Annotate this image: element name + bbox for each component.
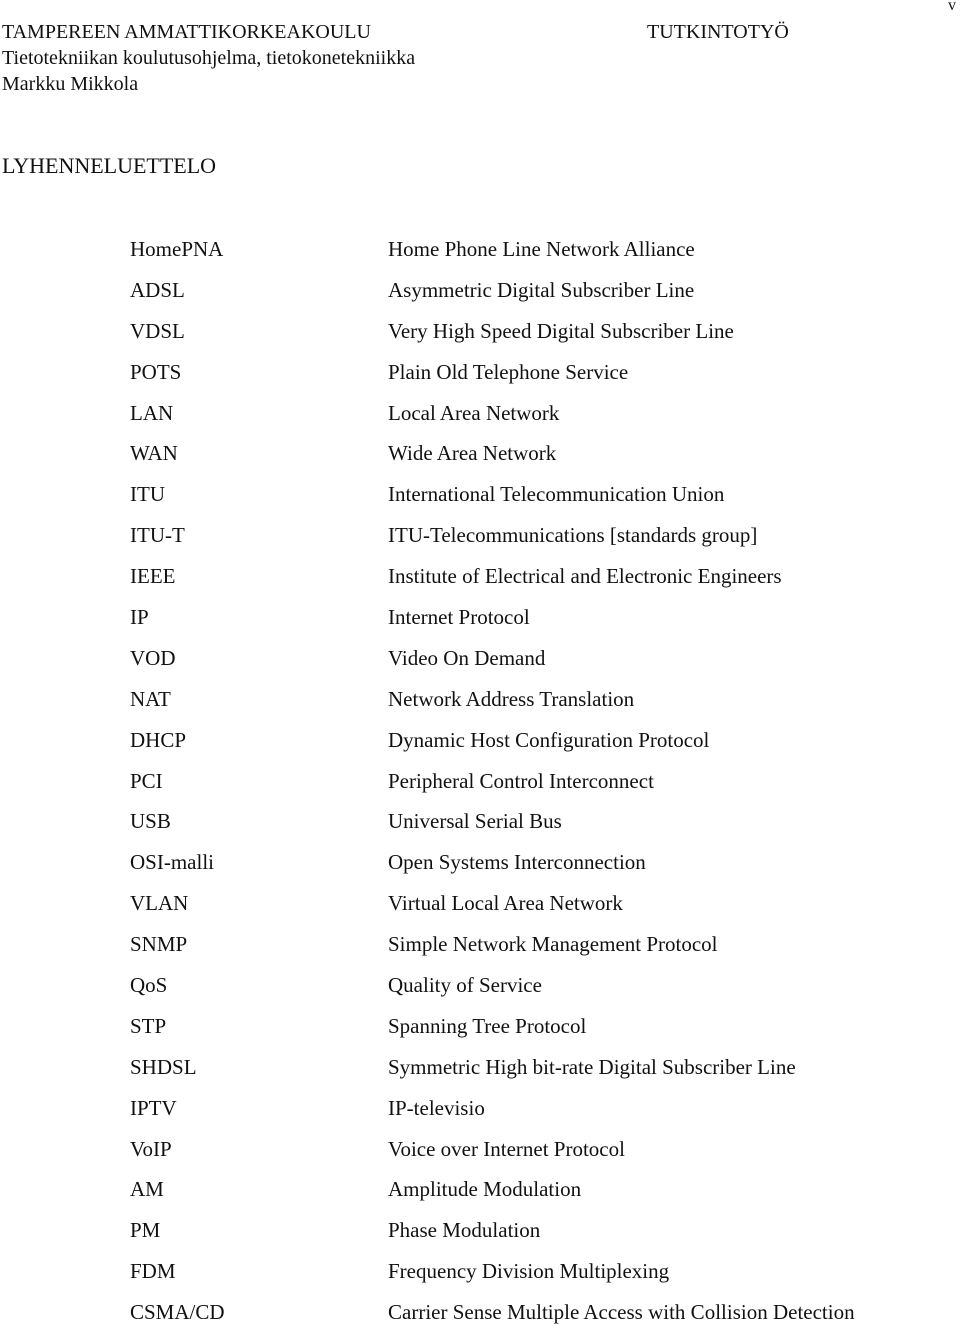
abbreviation-term: IP — [130, 605, 149, 630]
abbreviation-definition: Peripheral Control Interconnect — [388, 768, 654, 793]
section-title: LYHENNELUETTELO — [2, 153, 217, 178]
abbreviation-row: AM Amplitude Modulation — [0, 1175, 960, 1216]
abbreviation-term: IEEE — [130, 564, 176, 589]
institution-name: TAMPEREEN AMMATTIKORKEAKOULU — [2, 21, 371, 43]
degree-program: Tietotekniikan koulutusohjelma, tietokon… — [2, 47, 416, 69]
abbreviation-term: QoS — [130, 973, 168, 998]
abbreviation-term: STP — [130, 1013, 167, 1038]
abbreviation-row: NAT Network Address Translation — [0, 685, 960, 726]
abbreviation-term: NAT — [130, 686, 171, 711]
abbreviation-term: IPTV — [130, 1095, 177, 1120]
abbreviation-definition: Open Systems Interconnection — [388, 850, 646, 875]
abbreviation-term: HomePNA — [130, 237, 224, 261]
abbreviation-row: QoS Quality of Service — [0, 971, 960, 1012]
abbreviation-term: USB — [130, 809, 171, 834]
abbreviation-term: FDM — [130, 1259, 176, 1284]
abbreviation-term: AM — [130, 1177, 164, 1202]
abbreviation-term: SHDSL — [130, 1054, 197, 1079]
abbreviation-definition: Wide Area Network — [388, 441, 557, 466]
abbreviation-row: IEEE Institute of Electrical and Electro… — [0, 562, 960, 603]
abbreviation-definition: Institute of Electrical and Electronic E… — [388, 564, 782, 589]
abbreviation-row: IPTV IP-televisio — [0, 1094, 960, 1135]
abbreviation-row: DHCP Dynamic Host Configuration Protocol — [0, 726, 960, 767]
abbreviation-list: HomePNA Home Phone Line Network Alliance… — [0, 235, 960, 1339]
abbreviation-row: ADSL Asymmetric Digital Subscriber Line — [0, 276, 960, 317]
abbreviation-definition: Virtual Local Area Network — [388, 891, 623, 916]
abbreviation-definition: Network Address Translation — [388, 686, 635, 711]
abbreviation-definition: Spanning Tree Protocol — [388, 1013, 587, 1038]
abbreviation-definition: Video On Demand — [388, 645, 546, 670]
abbreviation-row: ITU-T ITU-Telecommunications [standards … — [0, 521, 960, 562]
abbreviation-row: VOD Video On Demand — [0, 644, 960, 685]
abbreviation-term: VOD — [130, 645, 176, 670]
abbreviation-definition: Amplitude Modulation — [388, 1177, 582, 1202]
abbreviation-row: WAN Wide Area Network — [0, 439, 960, 480]
abbreviation-definition: Quality of Service — [388, 973, 542, 998]
abbreviation-definition: Local Area Network — [388, 400, 560, 425]
abbreviation-row: VDSL Very High Speed Digital Subscriber … — [0, 317, 960, 358]
abbreviation-term: WAN — [130, 441, 178, 466]
abbreviation-term: SNMP — [130, 932, 188, 957]
abbreviation-row: OSI-malli Open Systems Interconnection — [0, 848, 960, 889]
abbreviation-row: LAN Local Area Network — [0, 399, 960, 440]
abbreviation-definition: Voice over Internet Protocol — [388, 1136, 625, 1161]
abbreviation-term: VDSL — [130, 318, 185, 343]
abbreviation-term: POTS — [130, 359, 182, 384]
abbreviation-definition: Dynamic Host Configuration Protocol — [388, 727, 710, 752]
abbreviation-row: VoIP Voice over Internet Protocol — [0, 1135, 960, 1176]
abbreviation-row: SHDSL Symmetric High bit-rate Digital Su… — [0, 1053, 960, 1094]
abbreviation-row: ITU International Telecommunication Unio… — [0, 480, 960, 521]
abbreviation-term: VLAN — [130, 891, 189, 916]
page-header-left: TAMPEREEN AMMATTIKORKEAKOULU Tietoteknii… — [2, 19, 415, 97]
abbreviation-definition: International Telecommunication Union — [388, 482, 725, 507]
abbreviation-term: CSMA/CD — [130, 1300, 225, 1325]
abbreviation-term: ADSL — [130, 277, 185, 302]
abbreviation-term: ITU-T — [130, 523, 185, 548]
abbreviation-definition: Internet Protocol — [388, 605, 530, 630]
abbreviation-term: DHCP — [130, 727, 187, 752]
author-name: Markku Mikkola — [2, 73, 139, 95]
abbreviation-row: CSMA/CD Carrier Sense Multiple Access wi… — [0, 1298, 960, 1339]
abbreviation-definition: Carrier Sense Multiple Access with Colli… — [388, 1300, 855, 1325]
abbreviation-term: PM — [130, 1218, 161, 1243]
abbreviation-definition: Plain Old Telephone Service — [388, 359, 629, 384]
abbreviation-definition: IP-televisio — [388, 1095, 485, 1120]
abbreviation-row: FDM Frequency Division Multiplexing — [0, 1257, 960, 1298]
page-number: v — [948, 0, 956, 14]
abbreviation-term: LAN — [130, 400, 174, 425]
abbreviation-definition: Frequency Division Multiplexing — [388, 1259, 670, 1284]
abbreviation-definition: Universal Serial Bus — [388, 809, 562, 834]
abbreviation-definition: Very High Speed Digital Subscriber Line — [388, 318, 734, 343]
abbreviation-row: HomePNA Home Phone Line Network Alliance — [0, 235, 960, 276]
abbreviation-row: POTS Plain Old Telephone Service — [0, 358, 960, 399]
document-type: TUTKINTOTYÖ — [647, 21, 789, 43]
abbreviation-term: OSI-malli — [130, 850, 214, 875]
abbreviation-definition: Home Phone Line Network Alliance — [388, 237, 695, 261]
abbreviation-term: PCI — [130, 768, 163, 793]
abbreviation-definition: ITU-Telecommunications [standards group] — [388, 523, 758, 548]
abbreviation-definition: Asymmetric Digital Subscriber Line — [388, 277, 695, 302]
abbreviation-term: VoIP — [130, 1136, 172, 1161]
abbreviation-definition: Simple Network Management Protocol — [388, 932, 718, 957]
abbreviation-row: STP Spanning Tree Protocol — [0, 1012, 960, 1053]
abbreviation-term: ITU — [130, 482, 165, 507]
abbreviation-row: IP Internet Protocol — [0, 603, 960, 644]
abbreviation-row: PCI Peripheral Control Interconnect — [0, 767, 960, 808]
abbreviation-row: USB Universal Serial Bus — [0, 807, 960, 848]
abbreviation-row: PM Phase Modulation — [0, 1216, 960, 1257]
abbreviation-definition: Symmetric High bit-rate Digital Subscrib… — [388, 1054, 796, 1079]
abbreviation-row: SNMP Simple Network Management Protocol — [0, 930, 960, 971]
abbreviation-definition: Phase Modulation — [388, 1218, 541, 1243]
abbreviation-row: VLAN Virtual Local Area Network — [0, 889, 960, 930]
